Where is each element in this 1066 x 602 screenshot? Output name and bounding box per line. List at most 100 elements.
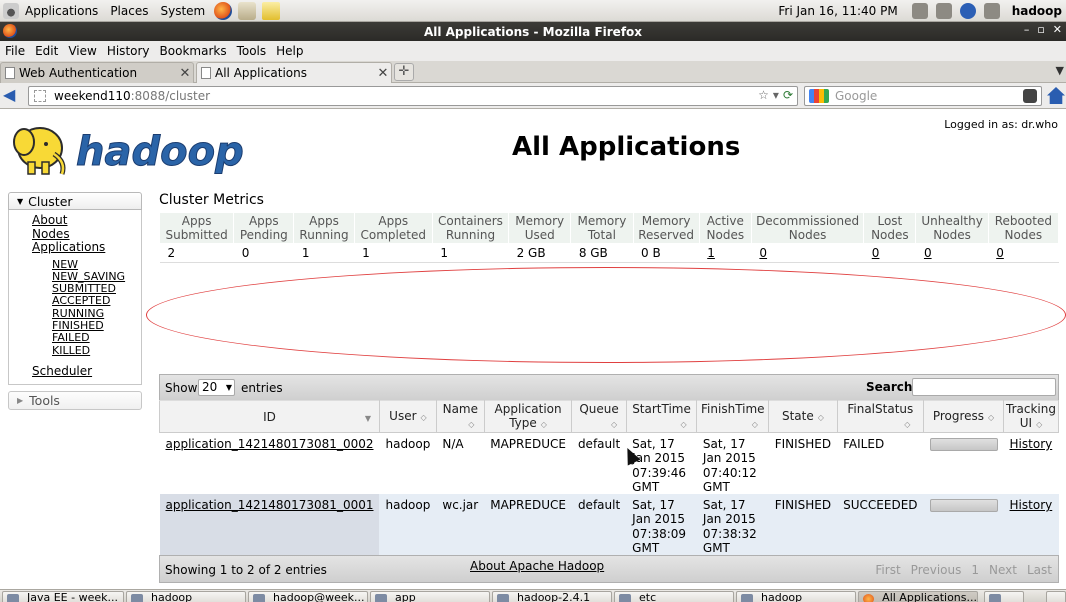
column-queue[interactable]: Queue ◇ <box>571 400 627 433</box>
menu-bookmarks[interactable]: Bookmarks <box>155 44 232 58</box>
menu-view[interactable]: View <box>63 44 101 58</box>
taskbar-item[interactable]: hadoop-2.4.1 <box>492 591 612 602</box>
metric-decommissioned-nodes-link[interactable]: 0 <box>759 246 767 260</box>
maximize-button[interactable]: ▫ <box>1037 23 1044 36</box>
mail-launcher-icon[interactable] <box>238 1 257 20</box>
progress-bar <box>929 499 998 513</box>
home-icon[interactable] <box>1047 87 1065 104</box>
sidebar-tools-header[interactable]: ▶ Tools <box>8 391 142 411</box>
tab-web-authentication[interactable]: Web Authentication ✕ <box>0 62 194 83</box>
site-identity-icon[interactable] <box>34 90 46 102</box>
logo-text: hadoop <box>76 129 244 175</box>
cell-finalstatus: FAILED <box>837 432 924 495</box>
search-go-icon[interactable] <box>1023 89 1037 103</box>
taskbar-item[interactable]: Java EE - week... <box>2 591 124 602</box>
sidebar-state-failed[interactable]: FAILED <box>9 331 141 344</box>
sidebar-link-about[interactable]: About <box>9 213 141 228</box>
column-application-type[interactable]: Application Type ◇ <box>483 400 573 433</box>
column-progress[interactable]: Progress ◇ <box>923 400 1005 433</box>
column-finalstatus[interactable]: FinalStatus ◇ <box>836 400 925 433</box>
display-icon[interactable] <box>983 2 1000 19</box>
tab-label: All Applications <box>215 66 307 80</box>
sort-desc-icon: ▼ <box>364 414 371 423</box>
panel-clock[interactable]: Fri Jan 16, 11:40 PM <box>768 4 907 18</box>
firefox-icon[interactable] <box>3 24 17 38</box>
new-tab-icon[interactable]: ✛ <box>394 63 414 81</box>
bluetooth-icon[interactable] <box>959 2 976 19</box>
applications-menu[interactable]: Applications <box>19 4 104 18</box>
minimize-button[interactable]: – <box>1024 23 1030 36</box>
menu-edit[interactable]: Edit <box>30 44 63 58</box>
metric-lost-nodes-link[interactable]: 0 <box>872 246 880 260</box>
column-finishtime[interactable]: FinishTime ◇ <box>696 400 770 433</box>
pager-first[interactable]: First <box>875 563 900 577</box>
sidebar-state-killed[interactable]: KILLED <box>9 344 141 357</box>
network-icon[interactable] <box>911 2 928 19</box>
google-engine-icon[interactable] <box>809 89 829 103</box>
taskbar-item[interactable]: hadoop@week... <box>248 591 368 602</box>
tab-all-applications[interactable]: All Applications ✕ <box>196 62 392 83</box>
metric-rebooted-nodes-link[interactable]: 0 <box>996 246 1004 260</box>
page-size-select[interactable]: 20 ▼ <box>198 379 235 396</box>
menu-history[interactable]: History <box>102 44 155 58</box>
system-menu[interactable]: System <box>154 4 211 18</box>
tab-list-chevron-icon[interactable]: ▼ <box>1056 64 1064 77</box>
taskbar-item[interactable]: hadoop <box>736 591 856 602</box>
column-starttime[interactable]: StartTime ◇ <box>625 400 698 433</box>
volume-icon[interactable] <box>935 2 952 19</box>
table-search-input[interactable] <box>912 378 1056 396</box>
reload-icon[interactable]: ⟳ <box>783 88 793 102</box>
search-bar[interactable]: Google <box>804 86 1042 106</box>
sidebar-state-new[interactable]: NEW <box>9 258 141 271</box>
menu-file[interactable]: File <box>0 44 30 58</box>
close-tab-icon[interactable]: ✕ <box>177 66 193 81</box>
taskbar-item-active[interactable]: All Applications... <box>858 591 978 602</box>
cell-finalstatus: SUCCEEDED <box>837 494 924 556</box>
tracking-history-link[interactable]: History <box>1010 437 1053 451</box>
menu-tools[interactable]: Tools <box>232 44 272 58</box>
app-id-link[interactable]: application_1421480173081_0001 <box>166 498 374 512</box>
about-apache-hadoop-link[interactable]: About Apache Hadoop <box>470 559 604 573</box>
back-arrow-icon[interactable]: ◀ <box>3 86 21 104</box>
metric-active-nodes-link[interactable]: 1 <box>707 246 715 260</box>
pager-last[interactable]: Last <box>1027 563 1052 577</box>
menu-help[interactable]: Help <box>271 44 308 58</box>
pager-next[interactable]: Next <box>989 563 1017 577</box>
app-id-link[interactable]: application_1421480173081_0002 <box>166 437 374 451</box>
column-id[interactable]: ID ▼ <box>159 400 380 433</box>
taskbar-item[interactable]: hadoop <box>126 591 246 602</box>
url-dropdown-icon[interactable]: ▾ <box>773 88 779 102</box>
metric-memory-reserved: 0 B <box>633 243 700 263</box>
table-controls: Show 20 ▼ entries Search: <box>159 374 1059 400</box>
gnome-foot-icon[interactable] <box>3 2 19 19</box>
close-window-button[interactable]: ✕ <box>1053 23 1062 36</box>
sidebar-link-scheduler[interactable]: Scheduler <box>9 364 141 379</box>
show-desktop-icon[interactable] <box>1046 591 1066 602</box>
text-editor-launcher-icon[interactable] <box>262 1 281 20</box>
pager-page-1[interactable]: 1 <box>971 563 979 577</box>
metric-unhealthy-nodes-link[interactable]: 0 <box>924 246 932 260</box>
taskbar-item[interactable]: etc <box>614 591 734 602</box>
cell-name: N/A <box>436 432 485 495</box>
sidebar-state-accepted[interactable]: ACCEPTED <box>9 295 141 308</box>
close-tab-icon[interactable]: ✕ <box>375 66 391 81</box>
workspace-switcher[interactable] <box>984 591 1024 602</box>
firefox-launcher-icon[interactable] <box>214 1 233 20</box>
column-user[interactable]: User ◇ <box>378 400 437 433</box>
taskbar-item[interactable]: app <box>370 591 490 602</box>
terminal-icon <box>253 594 265 602</box>
column-name[interactable]: Name ◇ <box>435 400 485 433</box>
places-menu[interactable]: Places <box>104 4 154 18</box>
table-info: Showing 1 to 2 of 2 entries <box>165 563 327 578</box>
bookmark-star-icon[interactable]: ☆ <box>758 88 769 102</box>
column-tracking-ui[interactable]: Tracking UI ◇ <box>1003 400 1059 433</box>
sidebar-link-applications[interactable]: Applications <box>9 240 141 255</box>
column-state[interactable]: State ◇ <box>768 400 838 433</box>
tracking-history-link[interactable]: History <box>1010 498 1053 512</box>
url-bar[interactable]: weekend110 :8088/cluster ☆ ▾ ⟳ <box>28 86 798 106</box>
sidebar-link-nodes[interactable]: Nodes <box>9 227 141 242</box>
pager-previous[interactable]: Previous <box>911 563 962 577</box>
sidebar-cluster-header[interactable]: ▼ Cluster <box>8 192 142 210</box>
panel-user[interactable]: hadoop <box>1004 4 1066 18</box>
tab-label: Web Authentication <box>19 66 138 80</box>
